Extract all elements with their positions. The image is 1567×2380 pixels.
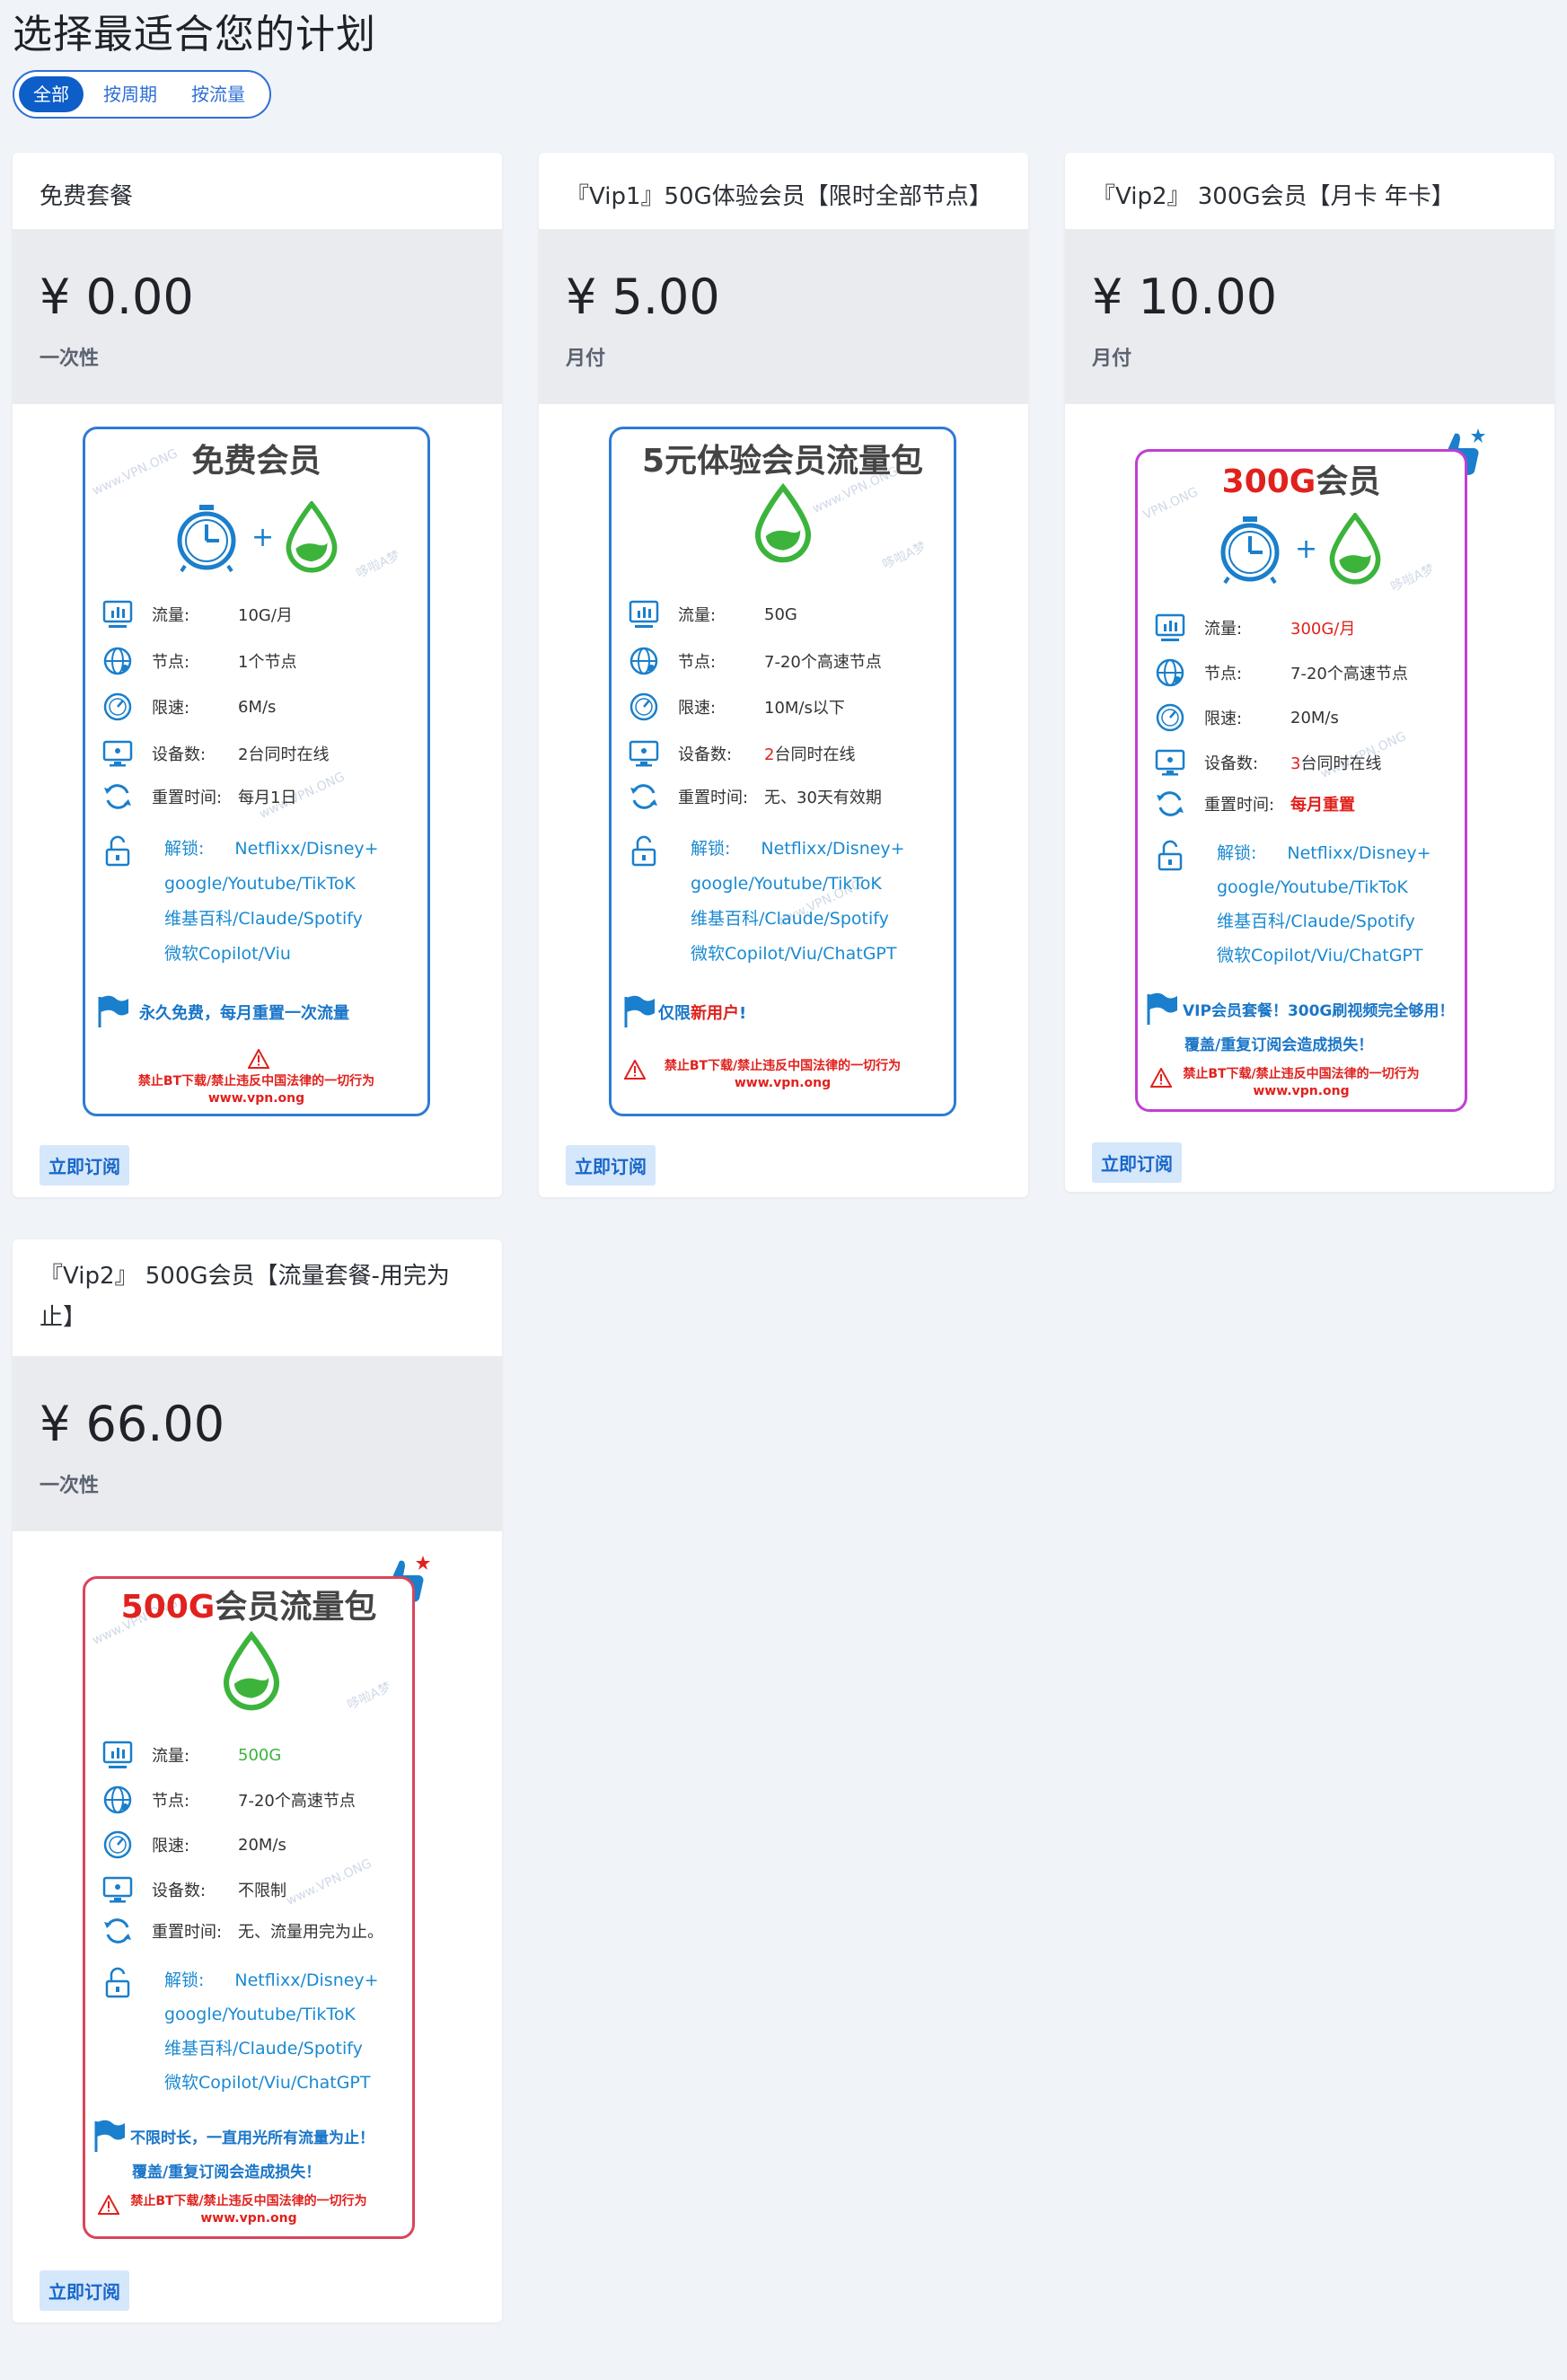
chart-icon <box>1154 612 1186 644</box>
refresh-icon <box>101 1915 134 1947</box>
poster-note: 仅限新用户! <box>658 1004 747 1023</box>
watermark: 哆啦A梦 <box>880 539 929 573</box>
water-drop-icon <box>220 1631 283 1712</box>
watermark: 哆啦A梦 <box>354 548 402 582</box>
poster-note-2: 覆盖/重复订阅会造成损失！ <box>1184 1036 1374 1054</box>
plan-name: 『Vip2』 300G会员【月卡 年卡】 <box>1092 183 1455 210</box>
tab-all[interactable]: 全部 <box>19 76 84 112</box>
flag-icon <box>94 993 130 1029</box>
poster-warning: 禁止BT下载/禁止违反中国法律的一切行为 www.vpn.ong <box>137 1074 375 1106</box>
plan-card-free: 免费套餐 ¥ 0.00 一次性 www.VPN.ONG www.VPN.ONG … <box>13 153 502 1197</box>
plan-name: 『Vip1』50G体验会员【限时全部节点】 <box>566 183 992 210</box>
refresh-icon <box>1154 788 1186 820</box>
plan-period: 一次性 <box>40 1475 100 1497</box>
plan-card-vip2-300g: 『Vip2』 300G会员【月卡 年卡】 ¥ 10.00 月付 VPN.ONG … <box>1065 153 1554 1192</box>
warning-icon <box>248 1049 269 1069</box>
poster-unlock-list: 解锁: Netflixx/Disney+ google/Youtube/TikTo… <box>1217 843 1431 965</box>
plan-price: ¥ 10.00 <box>1092 269 1278 325</box>
refresh-icon <box>101 780 134 813</box>
price-band: ¥ 10.00 月付 <box>1065 229 1554 404</box>
refresh-icon <box>628 780 660 813</box>
poster-row-traffic: 流量: 10G/月 <box>101 598 293 630</box>
subscribe-button[interactable]: 立即订阅 <box>566 1145 656 1186</box>
subscribe-button[interactable]: 立即订阅 <box>40 1145 129 1186</box>
subscribe-button[interactable]: 立即订阅 <box>40 2270 129 2311</box>
globe-icon <box>101 1784 134 1816</box>
plan-name: 免费套餐 <box>40 183 134 210</box>
chart-icon <box>101 598 134 630</box>
watermark: 哆啦A梦 <box>1388 561 1437 595</box>
price-band: ¥ 5.00 月付 <box>539 229 1028 404</box>
poster-row-reset: 重置时间: 每月1日 <box>101 780 296 813</box>
poster-note: VIP会员套餐！300G刷视频完全够用！ <box>1183 1002 1455 1020</box>
plan-price: ¥ 5.00 <box>566 269 720 325</box>
water-drop-icon <box>283 501 340 573</box>
plan-poster: www.VPN.ONG www.VPN.ONG 哆啦A梦 免费会员 + 流量: 1… <box>83 427 430 1116</box>
gauge-icon <box>101 1829 134 1861</box>
poster-row-nodes: 节点: 1个节点 <box>101 645 296 677</box>
chart-icon <box>628 598 660 630</box>
globe-icon <box>628 645 660 677</box>
plan-price: ¥ 66.00 <box>40 1396 225 1452</box>
monitor-icon <box>101 737 134 770</box>
poster-note: 不限时长，一直用光所有流量为止！ <box>130 2129 374 2147</box>
poster-unlock-list: 解锁: Netflixx/Disney+ google/Youtube/TikTo… <box>164 1970 379 2093</box>
chart-icon <box>101 1739 134 1771</box>
gauge-icon <box>628 691 660 723</box>
watermark: www.VPN.ONG <box>284 1856 374 1908</box>
plan-name: 『Vip2』 500G会员【流量套餐-用完为止】 <box>40 1263 450 1331</box>
globe-icon <box>1154 657 1186 689</box>
poster-note-2: 覆盖/重复订阅会造成损失！ <box>132 2164 321 2182</box>
tab-by-traffic[interactable]: 按流量 <box>177 76 260 112</box>
page-title: 选择最适合您的计划 <box>13 12 376 57</box>
monitor-icon <box>101 1873 134 1906</box>
subscribe-button[interactable]: 立即订阅 <box>1092 1142 1182 1183</box>
plan-poster: VPN.ONG 哆啦A梦 www.VPN.ONG 300G会员 + 流量: 300… <box>1135 449 1467 1112</box>
poster-row-speed: 限速: 6M/s <box>101 691 276 723</box>
plan-period: 一次性 <box>40 348 100 370</box>
unlock-icon <box>1154 840 1186 872</box>
unlock-icon <box>101 1967 134 1999</box>
globe-icon <box>101 645 134 677</box>
plan-poster: www.VPN.ONG 哆啦A梦 www.VPN.ONG 5元体验会员流量包 流… <box>609 427 956 1116</box>
price-band: ¥ 66.00 一次性 <box>13 1356 502 1531</box>
unlock-icon <box>101 835 134 868</box>
poster-row-devices: 设备数: 2台同时在线 <box>101 737 329 770</box>
unlock-icon <box>628 835 660 868</box>
flag-icon <box>1143 991 1179 1027</box>
poster-title: 300G会员 <box>1221 463 1381 500</box>
clock-icon <box>1214 513 1286 585</box>
clock-icon <box>171 501 242 573</box>
plan-period: 月付 <box>1092 348 1132 370</box>
poster-title: 免费会员 <box>191 443 321 480</box>
tab-by-period[interactable]: 按周期 <box>89 76 172 112</box>
flag-icon <box>621 993 656 1029</box>
price-band: ¥ 0.00 一次性 <box>13 229 502 404</box>
poster-title: 5元体验会员流量包 <box>641 443 924 480</box>
plan-poster: www.VPN.ONG 哆啦A梦 www.VPN.ONG 500G会员流量包 流… <box>83 1576 415 2239</box>
plan-price: ¥ 0.00 <box>40 269 194 325</box>
poster-warning: 禁止BT下载/禁止违反中国法律的一切行为 www.vpn.ong <box>664 1059 902 1090</box>
monitor-icon <box>1154 746 1186 779</box>
poster-hero: + <box>1214 513 1384 585</box>
poster-hero: + <box>171 501 340 573</box>
poster-warning: 禁止BT下载/禁止违反中国法律的一切行为 www.vpn.ong <box>1183 1067 1420 1098</box>
flag-icon <box>91 2118 127 2154</box>
gauge-icon <box>1154 701 1186 734</box>
water-drop-icon <box>1326 513 1384 585</box>
water-drop-icon <box>752 483 814 564</box>
poster-warning: 禁止BT下载/禁止违反中国法律的一切行为 www.vpn.ong <box>130 2194 367 2226</box>
plan-card-vip1: 『Vip1』50G体验会员【限时全部节点】 ¥ 5.00 月付 www.VPN.… <box>539 153 1028 1197</box>
gauge-icon <box>101 691 134 723</box>
poster-title: 500G会员流量包 <box>120 1589 377 1626</box>
monitor-icon <box>628 737 660 770</box>
plan-card-vip2-500g: 『Vip2』 500G会员【流量套餐-用完为止】 ¥ 66.00 一次性 www… <box>13 1239 502 2323</box>
filter-tabs: 全部 按周期 按流量 <box>13 70 271 119</box>
poster-row-unlock <box>101 835 152 868</box>
watermark: 哆啦A梦 <box>345 1679 393 1714</box>
poster-note: 永久免费，每月重置一次流量 <box>139 1004 349 1023</box>
plan-period: 月付 <box>566 348 606 370</box>
poster-unlock-list: 解锁: Netflixx/Disney+ google/Youtube/TikTo… <box>164 839 379 964</box>
poster-unlock-list: 解锁: Netflixx/Disney+ google/Youtube/TikTo… <box>691 839 905 964</box>
